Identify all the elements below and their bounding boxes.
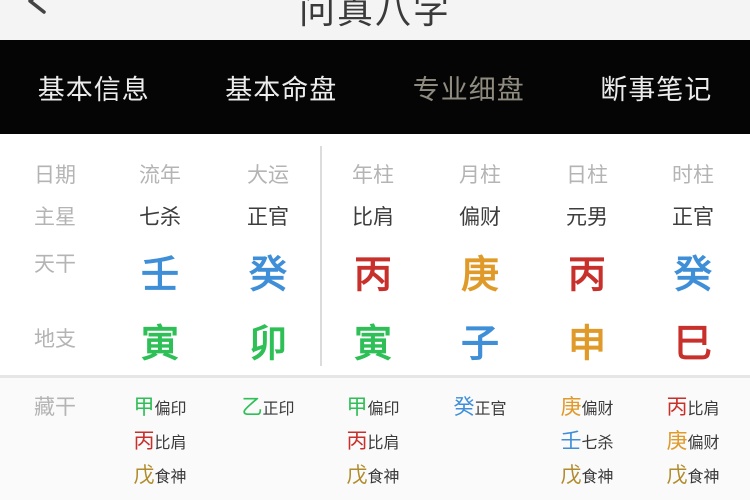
hidden-stem-god: 比肩: [367, 433, 400, 452]
hidden-stem-char: 丙: [666, 395, 688, 419]
hidden-stem-item: 甲偏印: [133, 391, 186, 421]
hidden-stem-god: 食神: [687, 467, 720, 486]
column-header-dayun: 大运: [247, 163, 289, 187]
hidden-stem-item: 丙比肩: [666, 391, 719, 421]
hidden-stem-char: 戊: [560, 463, 582, 487]
stem-liunian: 壬: [140, 252, 180, 297]
hidden-stem-char: 庚: [560, 395, 582, 419]
branch-dayun: 卯: [248, 321, 288, 366]
main-star-dayun: 正官: [247, 205, 289, 229]
hidden-stem-char: 壬: [560, 429, 582, 453]
hidden-stem-item: 乙正印: [241, 391, 294, 421]
main-star-liunian: 七杀: [139, 205, 181, 229]
hidden-stem-god: 食神: [581, 467, 614, 486]
row-label-branch: 地支: [34, 327, 76, 351]
stem-dayun: 癸: [248, 252, 288, 297]
hidden-stem-god: 七杀: [581, 433, 614, 452]
main-star-nianzhu: 比肩: [352, 205, 394, 229]
tab-notes[interactable]: 断事笔记: [563, 40, 750, 134]
hidden-stem-god: 比肩: [154, 433, 187, 452]
hidden-stem-char: 丙: [133, 429, 155, 453]
hidden-stem-item: 甲偏印: [346, 391, 399, 421]
hidden-stem-god: 偏印: [154, 399, 187, 418]
hidden-stem-god: 食神: [154, 467, 187, 486]
column-header-yuezhu: 月柱: [459, 163, 501, 187]
tab-basic-info[interactable]: 基本信息: [0, 40, 188, 134]
hidden-stem-item: 戊食神: [560, 459, 613, 489]
branch-shizhu: 巳: [673, 321, 713, 366]
branch-yuezhu: 子: [460, 321, 500, 366]
row-label-stem: 天干: [34, 252, 76, 276]
tab-basic-chart[interactable]: 基本命盘: [188, 40, 376, 134]
column-header-rizhu: 日柱: [566, 163, 608, 187]
hidden-stem-char: 癸: [453, 395, 475, 419]
hidden-stem-char: 庚: [666, 429, 688, 453]
branch-rizhu: 申: [567, 321, 607, 366]
hidden-stem-item: 丙比肩: [133, 425, 186, 455]
hidden-stem-item: 庚偏财: [560, 391, 613, 421]
hidden-stem-god: 正印: [262, 399, 295, 418]
bazi-chart: 日期 主星 天干 地支 流年 七杀壬寅大运 正官癸卯年柱 比肩丙寅月柱 偏财庚子日柱 元男丙申时柱…: [0, 134, 750, 375]
branch-liunian: 寅: [140, 321, 180, 366]
hidden-stem-char: 戊: [133, 463, 155, 487]
hidden-stem-item: 戊食神: [666, 459, 719, 489]
row-label-main-star: 主星: [34, 205, 76, 229]
hidden-stem-char: 丙: [346, 429, 368, 453]
main-star-yuezhu: 偏财: [459, 205, 501, 229]
title-bar: 问真八字: [0, 0, 750, 40]
hidden-stem-god: 偏财: [687, 433, 720, 452]
hidden-stem-item: 丙比肩: [346, 425, 399, 455]
column-header-liunian: 流年: [139, 163, 181, 187]
row-label-date: 日期: [34, 163, 76, 187]
row-label-hidden: 藏干: [34, 395, 76, 419]
hidden-stem-char: 戊: [666, 463, 688, 487]
page-title: 问真八字: [298, 0, 451, 32]
stem-rizhu: 丙: [567, 252, 607, 297]
hidden-stem-item: 庚偏财: [666, 425, 719, 455]
column-divider: [320, 146, 322, 366]
hidden-stem-god: 食神: [367, 467, 400, 486]
hidden-stem-char: 甲: [346, 395, 368, 419]
hidden-stem-item: 癸正官: [453, 391, 506, 421]
hidden-stem-char: 乙: [241, 395, 263, 419]
hidden-stem-char: 戊: [346, 463, 368, 487]
hidden-stem-item: 壬七杀: [560, 425, 613, 455]
hidden-stem-item: 戊食神: [133, 459, 186, 489]
column-header-nianzhu: 年柱: [352, 163, 394, 187]
stem-shizhu: 癸: [673, 252, 713, 297]
stem-nianzhu: 丙: [353, 252, 393, 297]
hidden-stem-god: 偏印: [367, 399, 400, 418]
hidden-stem-god: 比肩: [687, 399, 720, 418]
hidden-stem-god: 偏财: [581, 399, 614, 418]
branch-nianzhu: 寅: [353, 321, 393, 366]
hidden-stems-section: 藏干 甲偏印 丙比肩 戊食神 乙正印 甲偏印 丙比肩 戊食神 癸正官 庚偏财 壬七杀 戊食神 丙比肩 庚偏…: [0, 378, 750, 500]
main-star-rizhu: 元男: [566, 205, 608, 229]
stem-yuezhu: 庚: [460, 252, 500, 297]
hidden-stem-item: 戊食神: [346, 459, 399, 489]
tab-bar: 基本信息 基本命盘 专业细盘 断事笔记: [0, 40, 750, 134]
tab-professional-chart[interactable]: 专业细盘: [375, 40, 563, 134]
hidden-stem-char: 甲: [133, 395, 155, 419]
main-star-shizhu: 正官: [672, 205, 714, 229]
column-header-shizhu: 时柱: [672, 163, 714, 187]
hidden-stem-god: 正官: [474, 399, 507, 418]
